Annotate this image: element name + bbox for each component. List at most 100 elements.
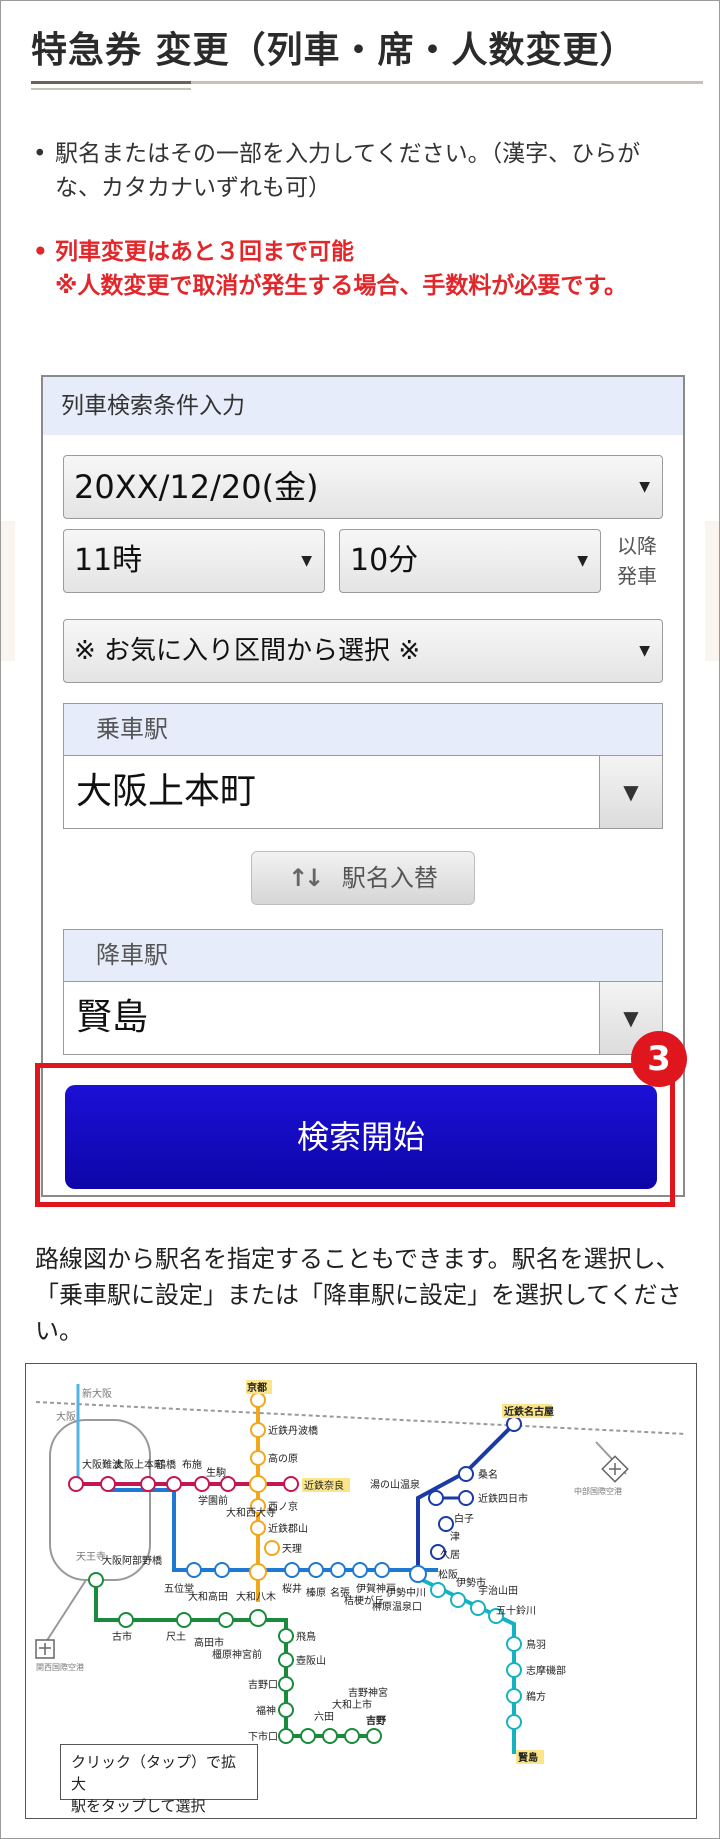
station-dot[interactable] bbox=[308, 1562, 324, 1578]
station-dot[interactable] bbox=[214, 1562, 230, 1578]
station-dot[interactable] bbox=[506, 1662, 522, 1678]
label-fuse[interactable]: 布施 bbox=[182, 1458, 202, 1471]
station-dot[interactable] bbox=[506, 1636, 522, 1652]
station-dot[interactable] bbox=[186, 1562, 202, 1578]
swap-stations-button[interactable]: ↑↓ 駅名入替 bbox=[251, 851, 475, 905]
label-kintetsu-tambabashi[interactable]: 近鉄丹波橋 bbox=[268, 1424, 318, 1437]
station-dot[interactable] bbox=[506, 1714, 522, 1730]
station-dot[interactable] bbox=[249, 1475, 267, 1493]
label-kintetsu-nagoya[interactable]: 近鉄名古屋 bbox=[504, 1405, 554, 1418]
date-select[interactable]: 20XX/12/20(金) ▼ bbox=[63, 455, 663, 519]
label-furuichi[interactable]: 古市 bbox=[112, 1630, 132, 1643]
station-dot[interactable] bbox=[458, 1466, 474, 1482]
label-haibara[interactable]: 榛原 bbox=[306, 1586, 326, 1599]
station-dot[interactable] bbox=[352, 1562, 368, 1578]
label-hisai[interactable]: 久居 bbox=[440, 1549, 460, 1561]
label-yamato-yagi[interactable]: 大和八木 bbox=[236, 1590, 276, 1603]
station-dot[interactable] bbox=[470, 1600, 486, 1616]
station-dot[interactable] bbox=[166, 1476, 182, 1492]
station-dot[interactable] bbox=[88, 1572, 104, 1588]
favorite-route-select[interactable]: ※ お気に入り区間から選択 ※ ▼ bbox=[63, 619, 663, 683]
alighting-station-value[interactable]: 賢島 bbox=[76, 982, 148, 1054]
station-dot[interactable] bbox=[218, 1612, 234, 1628]
label-shiroko[interactable]: 白子 bbox=[454, 1512, 474, 1525]
label-kuwana[interactable]: 桑名 bbox=[478, 1468, 498, 1481]
label-kashiharajingumae[interactable]: 橿原神宮前 bbox=[212, 1648, 262, 1661]
boarding-station-field[interactable]: 大阪上本町 ▼ bbox=[63, 755, 663, 829]
label-tsubosakayama[interactable]: 壺阪山 bbox=[296, 1654, 326, 1667]
station-dot[interactable] bbox=[322, 1728, 338, 1744]
station-dot[interactable] bbox=[278, 1702, 294, 1718]
label-asuka[interactable]: 飛鳥 bbox=[296, 1630, 316, 1643]
label-yamato-kamiichi[interactable]: 大和上市 bbox=[332, 1698, 372, 1711]
station-dot[interactable] bbox=[68, 1476, 84, 1492]
station-dot[interactable] bbox=[250, 1520, 266, 1536]
station-dot[interactable] bbox=[409, 1565, 427, 1583]
label-tenri[interactable]: 天理 bbox=[282, 1543, 302, 1555]
station-dot[interactable] bbox=[100, 1476, 116, 1492]
station-dot[interactable] bbox=[283, 1476, 299, 1492]
station-dot[interactable] bbox=[430, 1582, 446, 1598]
station-dot[interactable] bbox=[278, 1728, 294, 1744]
label-shimoichiguchi[interactable]: 下市口 bbox=[248, 1730, 278, 1743]
label-kintetsu-nara[interactable]: 近鉄奈良 bbox=[304, 1479, 344, 1492]
label-shin-osaka[interactable]: 新大阪 bbox=[82, 1387, 112, 1400]
station-dot[interactable] bbox=[506, 1688, 522, 1704]
station-dot[interactable] bbox=[176, 1612, 192, 1628]
station-dot[interactable] bbox=[438, 1516, 454, 1532]
station-dot[interactable] bbox=[450, 1592, 466, 1608]
label-sakurai[interactable]: 桜井 bbox=[282, 1582, 302, 1595]
label-kyoto[interactable]: 京都 bbox=[247, 1381, 267, 1394]
minute-select[interactable]: 10分 ▼ bbox=[339, 529, 601, 593]
station-dot[interactable] bbox=[118, 1612, 134, 1628]
label-osaka[interactable]: 大阪 bbox=[56, 1410, 76, 1423]
label-yoshino-jingu[interactable]: 吉野神宮 bbox=[348, 1686, 388, 1699]
label-ikoma[interactable]: 生駒 bbox=[206, 1466, 226, 1479]
station-dot[interactable] bbox=[428, 1490, 444, 1506]
station-dot[interactable] bbox=[264, 1540, 280, 1556]
station-dot[interactable] bbox=[140, 1476, 156, 1492]
station-dot[interactable] bbox=[250, 1422, 266, 1438]
station-dot[interactable] bbox=[284, 1562, 300, 1578]
label-yunoyama-onsen[interactable]: 湯の山温泉 bbox=[370, 1478, 420, 1491]
label-shima-isobe[interactable]: 志摩磯部 bbox=[526, 1664, 566, 1677]
boarding-station-dropdown-button[interactable]: ▼ bbox=[599, 756, 662, 828]
station-dot[interactable] bbox=[458, 1490, 474, 1506]
label-yamato-takada[interactable]: 大和高田 bbox=[188, 1590, 228, 1603]
label-isuzugawa[interactable]: 五十鈴川 bbox=[496, 1604, 536, 1617]
label-yoshinoguchi[interactable]: 吉野口 bbox=[248, 1679, 278, 1691]
label-sakakibara-onsenguchi[interactable]: 榊原温泉口 bbox=[372, 1600, 422, 1613]
label-kashikojima[interactable]: 賢島 bbox=[518, 1751, 538, 1764]
station-dot[interactable] bbox=[278, 1652, 294, 1668]
label-yoshino[interactable]: 吉野 bbox=[366, 1714, 386, 1727]
station-dot[interactable] bbox=[300, 1728, 316, 1744]
label-ujiyamada[interactable]: 宇治山田 bbox=[478, 1584, 518, 1597]
station-dot[interactable] bbox=[278, 1676, 294, 1692]
label-ugata[interactable]: 鵜方 bbox=[526, 1690, 546, 1703]
label-matsusaka[interactable]: 松阪 bbox=[438, 1568, 458, 1581]
alighting-station-field[interactable]: 賢島 ▼ bbox=[63, 981, 663, 1055]
label-tsu[interactable]: 津 bbox=[450, 1531, 460, 1543]
label-gakuemmae[interactable]: 学園前 bbox=[198, 1494, 228, 1507]
boarding-station-value[interactable]: 大阪上本町 bbox=[76, 756, 256, 828]
label-fukugami[interactable]: 福神 bbox=[256, 1704, 276, 1717]
label-osaka-namba[interactable]: 大阪難波 bbox=[82, 1458, 122, 1471]
label-toba[interactable]: 鳥羽 bbox=[526, 1638, 546, 1651]
station-dot[interactable] bbox=[194, 1476, 210, 1492]
label-shakudo[interactable]: 尺土 bbox=[166, 1630, 186, 1643]
station-dot[interactable] bbox=[250, 1450, 266, 1466]
search-start-button[interactable]: 検索開始 bbox=[65, 1085, 657, 1189]
label-takanohara[interactable]: 高の原 bbox=[268, 1452, 298, 1465]
station-dot[interactable] bbox=[249, 1609, 267, 1627]
station-dot[interactable] bbox=[330, 1562, 346, 1578]
label-ise-nakagawa[interactable]: 伊勢中川 bbox=[386, 1586, 426, 1599]
label-takadashi[interactable]: 高田市 bbox=[194, 1636, 224, 1649]
label-osaka-abenobashi[interactable]: 大阪阿部野橋 bbox=[102, 1554, 162, 1567]
station-dot[interactable] bbox=[250, 1392, 266, 1408]
station-dot[interactable] bbox=[220, 1476, 236, 1492]
station-dot[interactable] bbox=[249, 1563, 267, 1581]
hour-select[interactable]: 11時 ▼ bbox=[63, 529, 325, 593]
label-kintetsu-koriyama[interactable]: 近鉄郡山 bbox=[268, 1522, 308, 1535]
station-dot[interactable] bbox=[374, 1562, 390, 1578]
label-mutsuda[interactable]: 六田 bbox=[314, 1711, 334, 1723]
